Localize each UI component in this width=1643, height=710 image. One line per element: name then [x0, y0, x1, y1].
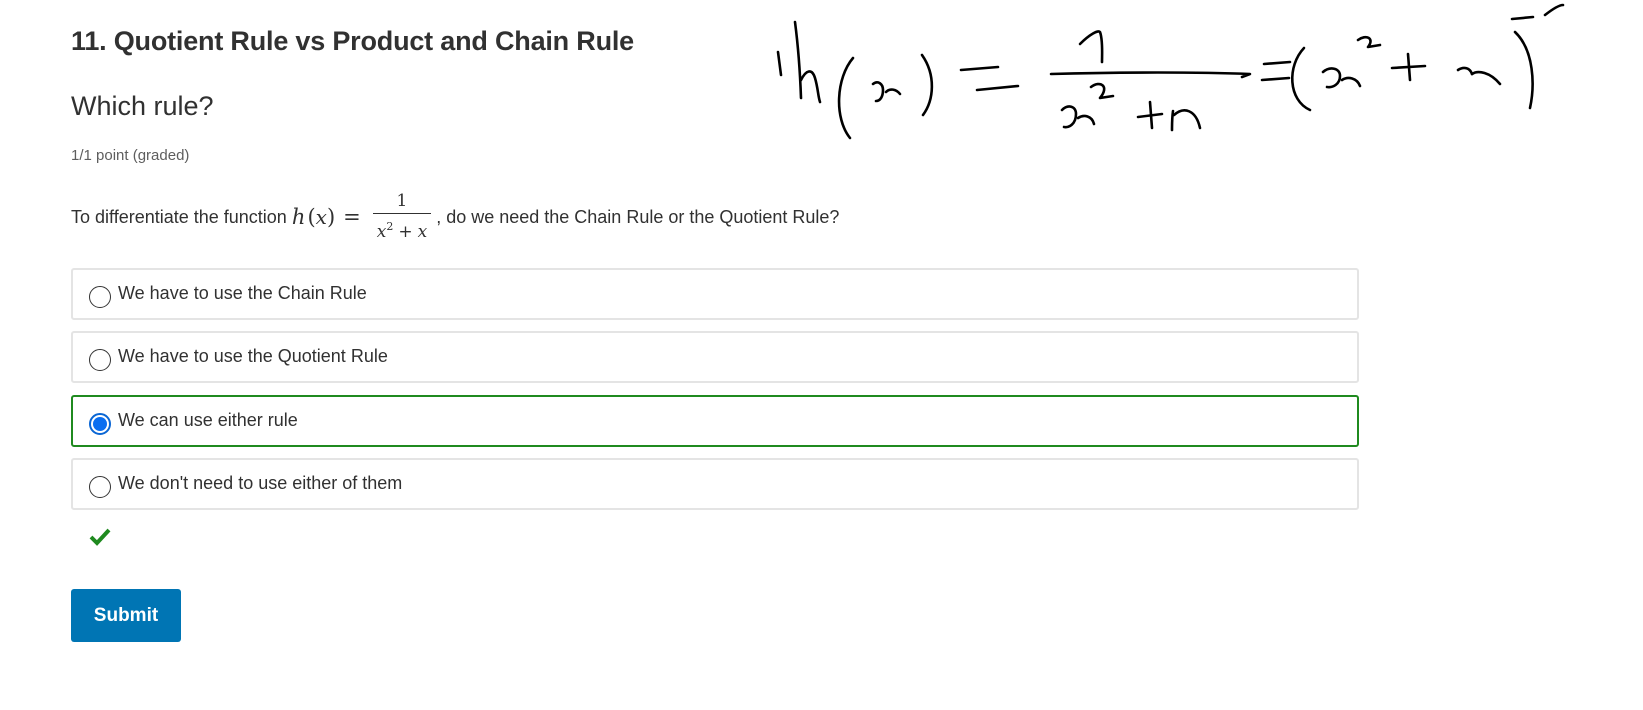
question-text: To differentiate the function h ( x ) = … — [71, 188, 839, 246]
den-operator: + — [398, 222, 413, 242]
option-label: We don't need to use either of them — [118, 473, 403, 493]
option-label: We can use either rule — [118, 410, 298, 430]
math-numerator: 1 — [396, 191, 408, 211]
radio-button[interactable] — [89, 286, 111, 308]
question-prefix: To differentiate the function — [71, 206, 287, 227]
den-base: x — [376, 222, 387, 242]
checkmark-icon — [89, 528, 111, 546]
math-expression: h ( x ) = 1 x2 + x — [292, 191, 433, 243]
option-quotient-rule[interactable]: We have to use the Quotient Rule — [71, 331, 1359, 383]
math-variable: x — [315, 205, 327, 229]
math-paren-open: ( — [305, 205, 316, 229]
radio-button-selected[interactable] — [89, 413, 111, 435]
math-paren-close: ) — [326, 205, 336, 229]
math-denominator: x2 + x — [373, 214, 431, 243]
radio-button[interactable] — [89, 476, 111, 498]
den-exponent: 2 — [386, 220, 394, 233]
option-chain-rule[interactable]: We have to use the Chain Rule — [71, 268, 1359, 320]
radio-button[interactable] — [89, 349, 111, 371]
option-neither-rule[interactable]: We don't need to use either of them — [71, 458, 1359, 510]
math-fraction: 1 x2 + x — [372, 191, 432, 243]
option-either-rule[interactable]: We can use either rule — [71, 395, 1359, 447]
den-term: x — [417, 222, 428, 242]
section-title: 11. Quotient Rule vs Product and Chain R… — [71, 26, 634, 56]
option-label: We have to use the Quotient Rule — [118, 346, 388, 366]
grade-status: 1/1 point (graded) — [71, 147, 190, 164]
math-function-name: h — [291, 205, 306, 229]
problem-title: Which rule? — [71, 91, 214, 121]
submit-button[interactable]: Submit — [71, 589, 181, 642]
option-label: We have to use the Chain Rule — [118, 283, 367, 303]
math-equals: = — [343, 205, 361, 229]
question-suffix: , do we need the Chain Rule or the Quoti… — [436, 206, 840, 227]
